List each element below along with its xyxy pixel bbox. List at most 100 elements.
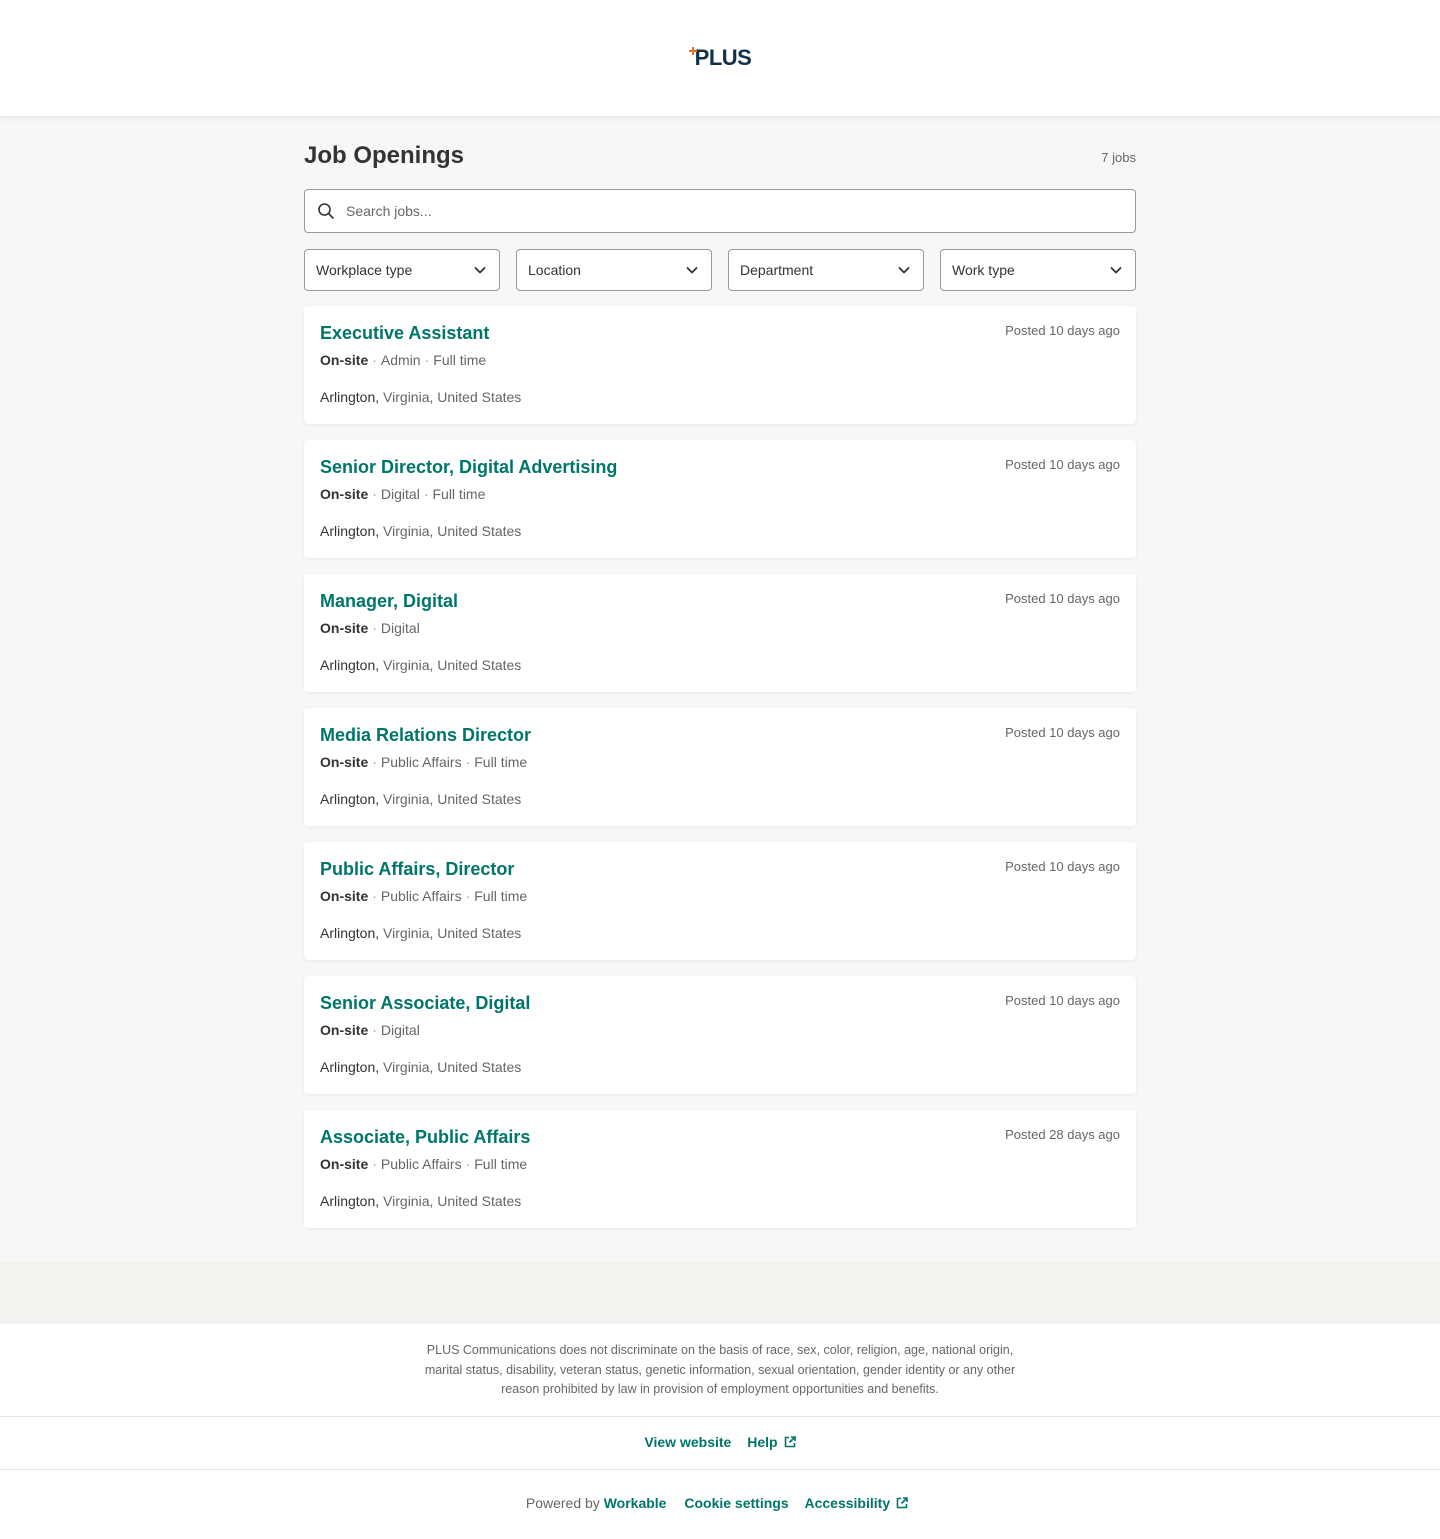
job-region: Virginia, United States (383, 1193, 522, 1209)
job-type: Full time (474, 1156, 528, 1172)
job-workplace: On-site (320, 754, 369, 770)
job-card[interactable]: Associate, Public Affairs Posted 28 days … (304, 1110, 1136, 1228)
job-type: Full time (432, 486, 486, 502)
filter-bar: Workplace type Location Department Work typ… (304, 249, 1136, 291)
powered-by-label: Powered by (525, 1495, 600, 1511)
meta-separator: · (372, 1156, 377, 1172)
job-card[interactable]: Public Affairs, Director Posted 10 days a… (304, 842, 1136, 960)
accessibility-link[interactable]: Accessibility (805, 1495, 909, 1511)
meta-separator: · (372, 754, 377, 770)
job-meta: On-site · Digital (320, 1022, 420, 1038)
chevron-down-icon (898, 267, 910, 274)
job-title-link[interactable]: Senior Director, Digital Advertising (320, 457, 617, 478)
job-city: Arlington, (320, 389, 380, 405)
job-city: Arlington, (320, 1193, 380, 1209)
job-card[interactable]: Senior Associate, Digital Posted 10 days … (304, 976, 1136, 1094)
job-workplace: On-site (320, 352, 369, 368)
external-link-icon (896, 1497, 908, 1509)
meta-separator: · (423, 486, 429, 502)
filter-label: Location (528, 262, 581, 278)
meta-separator: · (372, 352, 377, 368)
job-region: Virginia, United States (383, 657, 522, 673)
job-city: Arlington, (320, 1059, 380, 1075)
job-title-link[interactable]: Executive Assistant (320, 323, 489, 344)
meta-separator: · (372, 486, 377, 502)
job-region: Virginia, United States (383, 791, 522, 807)
job-department: Digital (380, 620, 420, 636)
eeo-disclaimer: PLUS Communications does not discriminat… (424, 1343, 1016, 1396)
job-city: Arlington, (320, 523, 380, 539)
job-posted-date: Posted 10 days ago (1005, 591, 1120, 606)
workable-link[interactable]: Workable (604, 1495, 667, 1511)
external-link-icon (784, 1436, 796, 1448)
job-meta: On-site · Admin · Full time (320, 352, 486, 368)
filter-dropdown[interactable]: Department (728, 249, 924, 291)
meta-separator: · (372, 620, 377, 636)
job-workplace: On-site (320, 1022, 369, 1038)
search-box[interactable] (304, 189, 1136, 233)
job-department: Digital (380, 486, 420, 502)
filter-dropdown[interactable]: Location (516, 249, 712, 291)
job-card[interactable]: Senior Director, Digital Advertising Post… (304, 440, 1136, 558)
help-link[interactable]: Help (747, 1434, 796, 1450)
filter-dropdown[interactable]: Workplace type (304, 249, 500, 291)
powered-by: Powered by Workable (526, 1495, 667, 1511)
job-department: Public Affairs (380, 754, 462, 770)
help-link-label: Help (747, 1434, 778, 1450)
job-meta: On-site · Public Affairs · Full time (320, 888, 527, 904)
job-workplace: On-site (320, 888, 369, 904)
job-title-link[interactable]: Media Relations Director (320, 725, 531, 746)
job-type: Full time (474, 754, 528, 770)
job-posted-date: Posted 28 days ago (1005, 1127, 1120, 1142)
accessibility-link-label: Accessibility (804, 1495, 891, 1511)
job-posted-date: Posted 10 days ago (1005, 457, 1120, 472)
job-title-link[interactable]: Associate, Public Affairs (320, 1127, 530, 1148)
chevron-down-icon (474, 267, 486, 274)
footer-divider (0, 1416, 1440, 1417)
logo-plus-mark-icon (688, 47, 697, 55)
search-icon (318, 203, 334, 219)
logo-text: PLUS (694, 45, 752, 70)
job-city: Arlington, (320, 657, 380, 673)
company-logo[interactable]: PLUS (688, 45, 752, 71)
job-card[interactable]: Manager, Digital Posted 10 days ago On-sit… (304, 574, 1136, 692)
footer-links: View website Help (0, 1434, 1440, 1454)
job-region: Virginia, United States (383, 389, 522, 405)
job-region: Virginia, United States (383, 523, 522, 539)
job-city: Arlington, (320, 925, 380, 941)
job-region: Virginia, United States (383, 925, 522, 941)
footer-spacer (0, 1262, 1440, 1324)
job-location: Arlington, Virginia, United States (320, 389, 521, 405)
job-department: Admin (380, 352, 421, 368)
job-meta: On-site · Public Affairs · Full time (320, 754, 527, 770)
job-city: Arlington, (320, 791, 380, 807)
job-workplace: On-site (320, 620, 369, 636)
search-input[interactable] (346, 190, 1126, 232)
job-meta: On-site · Digital (320, 620, 420, 636)
meta-separator: · (465, 1156, 471, 1172)
job-location: Arlington, Virginia, United States (320, 657, 521, 673)
job-department: Digital (380, 1022, 420, 1038)
site-footer: PLUS Communications does not discriminat… (0, 1324, 1440, 1539)
filter-dropdown[interactable]: Work type (940, 249, 1136, 291)
meta-separator: · (372, 1022, 377, 1038)
job-title-link[interactable]: Senior Associate, Digital (320, 993, 530, 1014)
meta-separator: · (424, 352, 430, 368)
job-workplace: On-site (320, 1156, 369, 1172)
page-title: Job Openings (304, 142, 465, 169)
meta-separator: · (465, 754, 471, 770)
job-meta: On-site · Public Affairs · Full time (320, 1156, 527, 1172)
job-region: Virginia, United States (383, 1059, 522, 1075)
job-card[interactable]: Media Relations Director Posted 10 days a… (304, 708, 1136, 826)
job-card[interactable]: Executive Assistant Posted 10 days ago On-… (304, 306, 1136, 424)
job-location: Arlington, Virginia, United States (320, 1193, 521, 1209)
cookie-settings-link[interactable]: Cookie settings (684, 1495, 788, 1511)
job-posted-date: Posted 10 days ago (1005, 725, 1120, 740)
view-website-link[interactable]: View website (644, 1434, 731, 1450)
job-workplace: On-site (320, 486, 369, 502)
job-title-link[interactable]: Manager, Digital (320, 591, 458, 612)
job-title-link[interactable]: Public Affairs, Director (320, 859, 514, 880)
chevron-down-icon (1110, 267, 1122, 274)
filter-label: Work type (952, 262, 1015, 278)
job-count: 7 jobs (1101, 150, 1136, 165)
